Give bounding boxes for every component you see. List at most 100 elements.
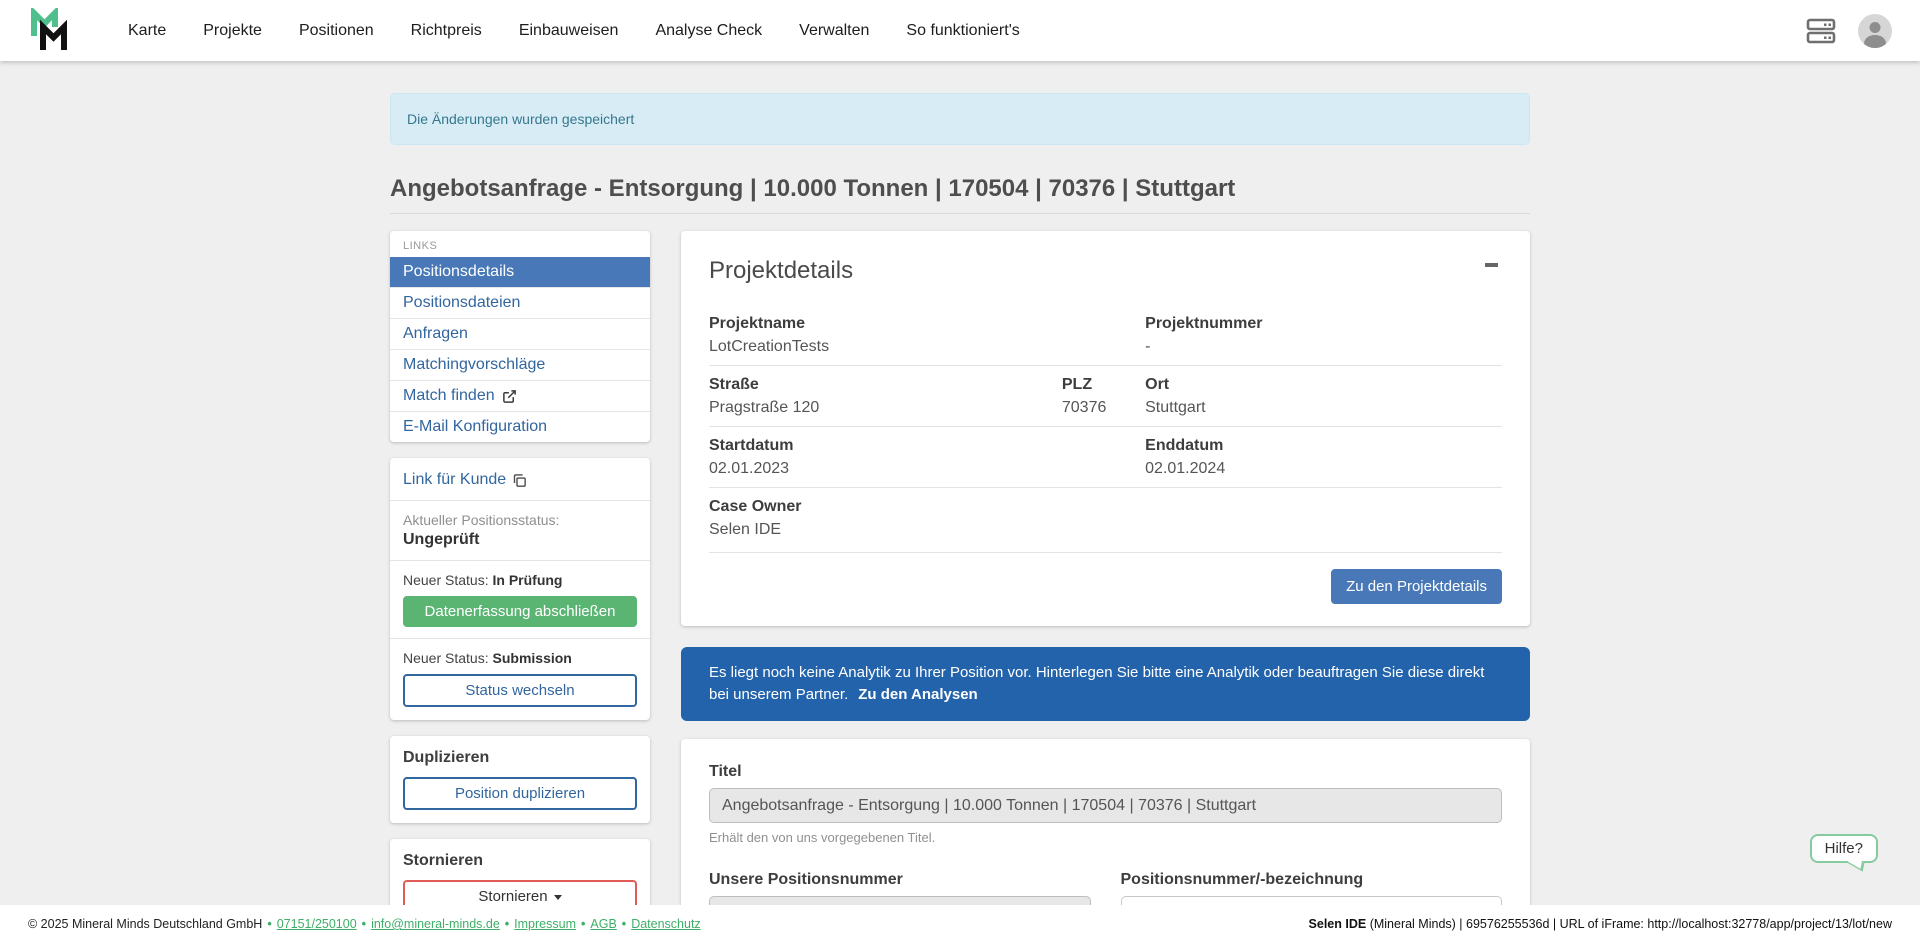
sidebar-item-label: Matchingvorschläge	[403, 356, 545, 374]
sidebar-item-positionsdateien[interactable]: Positionsdateien	[390, 287, 650, 318]
footer-separator: •	[267, 917, 271, 931]
footer-session-info: Selen IDE (Mineral Minds) | 69576255536d…	[1309, 917, 1892, 931]
nav-item-einbauweisen[interactable]: Einbauweisen	[519, 22, 619, 40]
project-details-row: Projektname LotCreationTests Projektnumm…	[709, 305, 1502, 365]
sidebar: LINKS Positionsdetails Positionsdateien …	[390, 231, 650, 926]
external-link-icon	[502, 389, 517, 404]
switch-status-button[interactable]: Status wechseln	[403, 674, 637, 707]
saved-alert: Die Änderungen wurden gespeichert	[390, 93, 1530, 145]
nav-item-analyse-check[interactable]: Analyse Check	[655, 22, 762, 40]
field-label: Ort	[1145, 374, 1205, 395]
customer-link-label: Link für Kunde	[403, 471, 506, 489]
go-to-analyses-link[interactable]: Zu den Analysen	[858, 686, 977, 703]
project-details-row: Case Owner Selen IDE	[709, 487, 1502, 548]
titel-field-group: Titel Erhält den von uns vorgegebenen Ti…	[709, 763, 1502, 845]
field-projektnummer: Projektnummer -	[1145, 313, 1262, 357]
field-label: Enddatum	[1145, 435, 1225, 456]
position-number-label: Positionsnummer/-bezeichnung	[1121, 871, 1503, 889]
sidebar-item-anfragen[interactable]: Anfragen	[390, 318, 650, 349]
nav-item-positionen[interactable]: Positionen	[299, 22, 374, 40]
field-enddatum: Enddatum 02.01.2024	[1145, 435, 1225, 479]
new-status-1-value: In Prüfung	[493, 572, 563, 588]
footer: © 2025 Mineral Minds Deutschland GmbH • …	[0, 905, 1920, 943]
footer-agb-link[interactable]: AGB	[590, 917, 616, 931]
links-header: LINKS	[390, 231, 650, 257]
nav-item-karte[interactable]: Karte	[128, 22, 166, 40]
footer-session-rest: (Mineral Minds) | 69576255536d | URL of …	[1366, 917, 1892, 931]
titel-label: Titel	[709, 763, 1502, 781]
field-case-owner: Case Owner Selen IDE	[709, 496, 1145, 540]
duplicate-position-button[interactable]: Position duplizieren	[403, 777, 637, 810]
new-status-prefix: Neuer Status:	[403, 572, 493, 588]
footer-separator: •	[622, 917, 626, 931]
field-label: Case Owner	[709, 496, 1145, 517]
footer-email-link[interactable]: info@mineral-minds.de	[371, 917, 500, 931]
cancel-button-label: Stornieren	[478, 888, 547, 905]
nav-item-verwalten[interactable]: Verwalten	[799, 22, 869, 40]
divider	[390, 560, 650, 561]
current-status-value: Ungeprüft	[403, 531, 637, 549]
analytics-banner: Es liegt noch keine Analytik zu Ihrer Po…	[681, 647, 1530, 721]
field-value: Pragstraße 120	[709, 397, 1062, 418]
field-value: LotCreationTests	[709, 336, 1145, 357]
field-plz: PLZ 70376	[1062, 374, 1145, 418]
customer-link[interactable]: Link für Kunde	[403, 471, 527, 489]
footer-phone-link[interactable]: 07151/250100	[277, 917, 357, 931]
main-content: Projektdetails Projektname LotCreationTe…	[681, 231, 1530, 943]
field-label: Straße	[709, 374, 1062, 395]
cancel-heading: Stornieren	[403, 852, 637, 870]
duplicate-heading: Duplizieren	[403, 749, 637, 767]
project-details-card: Projektdetails Projektname LotCreationTe…	[681, 231, 1530, 626]
field-value: 02.01.2023	[709, 458, 1145, 479]
footer-copyright: © 2025 Mineral Minds Deutschland GmbH	[28, 917, 262, 931]
nav-item-richtpreis[interactable]: Richtpreis	[411, 22, 482, 40]
footer-datenschutz-link[interactable]: Datenschutz	[631, 917, 700, 931]
caret-down-icon	[554, 895, 562, 900]
field-label: PLZ	[1062, 374, 1145, 395]
divider	[390, 500, 650, 501]
footer-separator: •	[581, 917, 585, 931]
nav-item-so-funktionierts[interactable]: So funktioniert's	[906, 22, 1019, 40]
our-position-number-label: Unsere Positionsnummer	[709, 871, 1091, 889]
nav-item-projekte[interactable]: Projekte	[203, 22, 262, 40]
field-label: Startdatum	[709, 435, 1145, 456]
titel-helper: Erhält den von uns vorgegebenen Titel.	[709, 830, 1502, 845]
footer-impressum-link[interactable]: Impressum	[514, 917, 576, 931]
current-status-label: Aktueller Positionsstatus:	[403, 512, 637, 528]
titel-input[interactable]	[709, 788, 1502, 823]
field-label: Projektname	[709, 313, 1145, 334]
app-header: Karte Projekte Positionen Richtpreis Ein…	[0, 0, 1920, 61]
sidebar-item-matchingvorschlaege[interactable]: Matchingvorschläge	[390, 349, 650, 380]
server-dns-icon[interactable]	[1806, 17, 1836, 45]
sidebar-item-label: E-Mail Konfiguration	[403, 418, 547, 436]
project-details-title: Projektdetails	[709, 257, 1502, 285]
sidebar-item-label: Positionsdateien	[403, 294, 520, 312]
user-avatar-icon[interactable]	[1858, 14, 1892, 48]
new-status-2-value: Submission	[493, 650, 572, 666]
field-strasse: Straße Pragstraße 120	[709, 374, 1062, 418]
mineral-minds-logo-icon[interactable]	[28, 8, 80, 54]
divider	[390, 638, 650, 639]
collapse-icon[interactable]	[1485, 263, 1498, 267]
new-status-prefix: Neuer Status:	[403, 650, 493, 666]
project-details-footer: Zu den Projektdetails	[709, 552, 1502, 604]
go-to-project-details-button[interactable]: Zu den Projektdetails	[1331, 569, 1502, 604]
page-content: Die Änderungen wurden gespeichert Angebo…	[390, 61, 1530, 943]
help-button[interactable]: Hilfe?	[1810, 834, 1878, 863]
main-nav: Karte Projekte Positionen Richtpreis Ein…	[128, 22, 1806, 40]
field-value: Selen IDE	[709, 519, 1145, 540]
complete-data-entry-button[interactable]: Datenerfassung abschließen	[403, 596, 637, 627]
analytics-banner-text: Es liegt noch keine Analytik zu Ihrer Po…	[709, 664, 1484, 703]
footer-separator: •	[362, 917, 366, 931]
sidebar-item-match-finden[interactable]: Match finden	[390, 380, 650, 411]
sidebar-item-label: Match finden	[403, 387, 495, 405]
sidebar-item-positionsdetails[interactable]: Positionsdetails	[390, 257, 650, 287]
field-value: 02.01.2024	[1145, 458, 1225, 479]
project-details-row: Startdatum 02.01.2023 Enddatum 02.01.202…	[709, 426, 1502, 487]
copy-icon	[512, 473, 527, 488]
field-value: Stuttgart	[1145, 397, 1205, 418]
sidebar-item-label: Positionsdetails	[403, 263, 514, 281]
field-value: -	[1145, 336, 1262, 357]
title-divider	[390, 213, 1530, 214]
sidebar-item-email-konfiguration[interactable]: E-Mail Konfiguration	[390, 411, 650, 442]
